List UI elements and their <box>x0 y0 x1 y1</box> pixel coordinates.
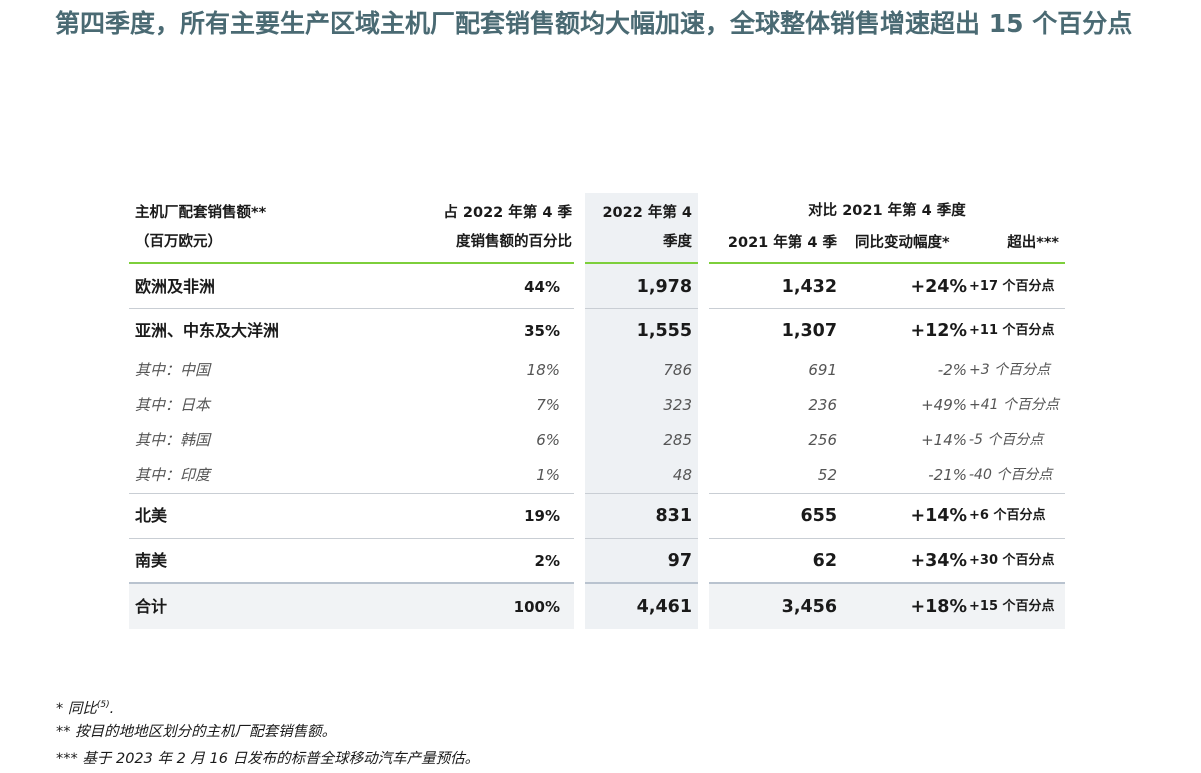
table-row: 其中：韩国 6% 285 256 +14% -5 个百分点 <box>129 423 1065 458</box>
row-yoy: +14% <box>921 431 967 449</box>
header-outperformance: 超出*** <box>1007 235 1059 251</box>
row-q4-2022: 786 <box>663 361 692 379</box>
header-region-line1: 主机厂配套销售额** <box>135 205 267 221</box>
row-q4-2021: 655 <box>800 506 837 526</box>
table-row: 其中：中国 18% 786 691 -2% +3 个百分点 <box>129 353 1065 388</box>
footnote-2: ** 按目的地地区划分的主机厂配套销售额。 <box>56 724 337 740</box>
page-heading: 第四季度，所有主要生产区域主机厂配套销售额均大幅加速，全球整体销售增速超出 15… <box>55 9 1133 38</box>
row-share: 100% <box>513 598 560 616</box>
row-q4-2022: 1,978 <box>636 277 692 297</box>
row-q4-2021: 3,456 <box>781 597 837 617</box>
header-compare: 对比 2021 年第 4 季度 <box>808 203 966 219</box>
row-q4-2021: 62 <box>812 551 837 571</box>
footnote-1: * 同比(5). <box>56 692 479 719</box>
row-region: 其中：日本 <box>135 396 211 414</box>
row-share: 44% <box>524 278 560 296</box>
row-q4-2021: 256 <box>808 431 837 449</box>
row-q4-2021: 691 <box>808 361 837 379</box>
row-outperformance: -5 个百分点 <box>969 432 1044 448</box>
table-row: 北美 19% 831 655 +14% +6 个百分点 <box>129 494 1065 538</box>
sales-table: 主机厂配套销售额** （百万欧元） 占 2022 年第 4 季 度销售额的百分比… <box>129 193 1065 629</box>
header-share-line1: 占 2022 年第 4 季 <box>443 205 572 221</box>
row-q4-2022: 4,461 <box>636 597 692 617</box>
row-q4-2022: 831 <box>655 506 692 526</box>
total-divider <box>129 582 574 584</box>
row-q4-2022: 97 <box>667 551 692 571</box>
total-row: 合计 100% 4,461 3,456 +18% +15 个百分点 <box>129 585 1065 629</box>
footnote-3: *** 基于 2023 年 2 月 16 日发布的标普全球移动汽车产量预估。 <box>56 751 480 767</box>
row-outperformance: +3 个百分点 <box>969 362 1051 378</box>
row-region: 欧洲及非洲 <box>135 277 216 296</box>
row-share: 1% <box>536 466 560 484</box>
row-region: 其中：中国 <box>135 361 211 379</box>
row-outperformance: +11 个百分点 <box>969 323 1055 338</box>
table-row: 欧洲及非洲 44% 1,978 1,432 +24% +17 个百分点 <box>129 265 1065 309</box>
row-yoy: +24% <box>910 277 967 297</box>
table-row: 其中：日本 7% 323 236 +49% +41 个百分点 <box>129 388 1065 423</box>
row-yoy: +49% <box>921 396 967 414</box>
row-yoy: +12% <box>910 321 967 341</box>
row-share: 35% <box>524 322 560 340</box>
footnote-1-text: * 同比 <box>56 700 97 717</box>
footnotes: * 同比(5). ** 按目的地地区划分的主机厂配套销售额。 *** 基于 20… <box>56 692 479 773</box>
table-row: 亚洲、中东及大洋洲 35% 1,555 1,307 +12% +11 个百分点 <box>129 309 1065 353</box>
row-yoy: +34% <box>910 551 967 571</box>
header-underline-1 <box>129 262 574 264</box>
row-region: 其中：印度 <box>135 466 211 484</box>
row-outperformance: +6 个百分点 <box>969 508 1046 523</box>
row-yoy: +18% <box>910 597 967 617</box>
row-share: 19% <box>524 507 560 525</box>
row-share: 18% <box>526 361 560 379</box>
row-q4-2022: 1,555 <box>636 321 692 341</box>
row-region: 合计 <box>135 597 168 616</box>
footnote-1-end: . <box>109 700 115 717</box>
footnote-1-ref: (5) <box>96 700 110 710</box>
table-row: 南美 2% 97 62 +34% +30 个百分点 <box>129 539 1065 583</box>
row-q4-2021: 1,432 <box>781 277 837 297</box>
row-outperformance: -40 个百分点 <box>969 467 1053 483</box>
header-q4-line2: 季度 <box>663 234 692 250</box>
row-q4-2022: 285 <box>663 431 692 449</box>
row-share: 7% <box>536 396 560 414</box>
header-share-line2: 度销售额的百分比 <box>456 234 572 250</box>
row-q4-2021: 236 <box>808 396 837 414</box>
row-q4-2022: 48 <box>672 466 692 484</box>
row-outperformance: +15 个百分点 <box>969 599 1055 614</box>
row-q4-2021: 52 <box>817 466 837 484</box>
row-region: 亚洲、中东及大洋洲 <box>135 321 280 340</box>
header-yoy: 同比变动幅度* <box>855 235 950 251</box>
total-divider <box>709 582 1065 584</box>
total-divider <box>585 582 698 584</box>
header-q4-2021: 2021 年第 4 季 <box>727 235 837 251</box>
row-q4-2021: 1,307 <box>781 321 837 341</box>
row-yoy: -21% <box>928 466 967 484</box>
row-outperformance: +17 个百分点 <box>969 279 1055 294</box>
row-share: 6% <box>536 431 560 449</box>
table-row: 其中：印度 1% 48 52 -21% -40 个百分点 <box>129 458 1065 493</box>
row-share: 2% <box>534 552 560 570</box>
row-region: 南美 <box>135 551 168 570</box>
row-q4-2022: 323 <box>663 396 692 414</box>
row-outperformance: +30 个百分点 <box>969 553 1055 568</box>
header-region-line2: （百万欧元） <box>135 234 222 250</box>
header-q4-line1: 2022 年第 4 <box>602 205 692 221</box>
row-outperformance: +41 个百分点 <box>969 397 1059 413</box>
header-underline-2 <box>585 262 698 264</box>
row-yoy: +14% <box>910 506 967 526</box>
row-region: 北美 <box>135 506 168 525</box>
row-region: 其中：韩国 <box>135 431 211 449</box>
header-underline-3 <box>709 262 1065 264</box>
row-yoy: -2% <box>937 361 967 379</box>
